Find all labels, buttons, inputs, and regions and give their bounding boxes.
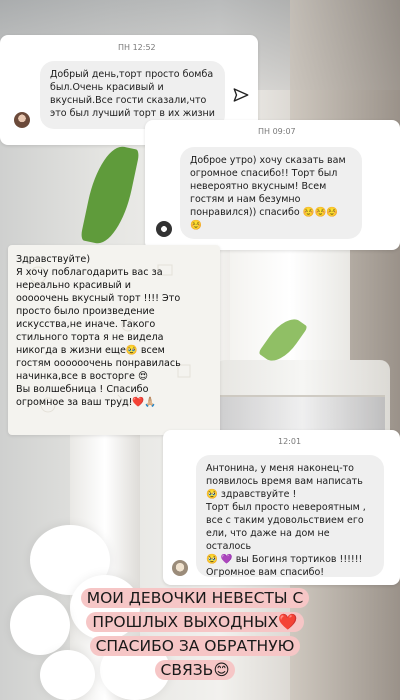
timestamp: ПН 12:52	[118, 43, 156, 52]
chat-screenshot-3: Здравствуйте) Я хочу поблагодарить вас з…	[8, 245, 220, 435]
caption-line-2: ПРОШЛЫХ ВЫХОДНЫХ❤️	[86, 612, 304, 632]
message-bubble-2: Доброе утро) хочу сказать вам огромное с…	[180, 147, 362, 239]
message-bubble-3: Здравствуйте) Я хочу поблагодарить вас з…	[16, 254, 181, 408]
avatar	[156, 221, 172, 237]
message-bubble-1: Добрый день,торт просто бомба был.Очень …	[40, 61, 225, 129]
caption-line-3: СПАСИБО ЗА ОБРАТНУЮ	[89, 636, 301, 656]
send-icon[interactable]	[232, 86, 250, 104]
caption-line-1: МОИ ДЕВОЧКИ НЕВЕСТЫ С	[80, 588, 310, 608]
avatar	[14, 112, 30, 128]
timestamp: 12:01	[278, 437, 302, 446]
story-caption: МОИ ДЕВОЧКИ НЕВЕСТЫ С ПРОШЛЫХ ВЫХОДНЫХ❤️…	[30, 586, 360, 682]
avatar	[172, 560, 188, 576]
timestamp: ПН 09:07	[258, 127, 296, 136]
caption-line-4: СВЯЗЬ😊	[154, 660, 236, 680]
leaf-decoration	[80, 141, 140, 249]
message-bubble-4: Антонина, у меня наконец-то появилось вр…	[196, 455, 384, 578]
